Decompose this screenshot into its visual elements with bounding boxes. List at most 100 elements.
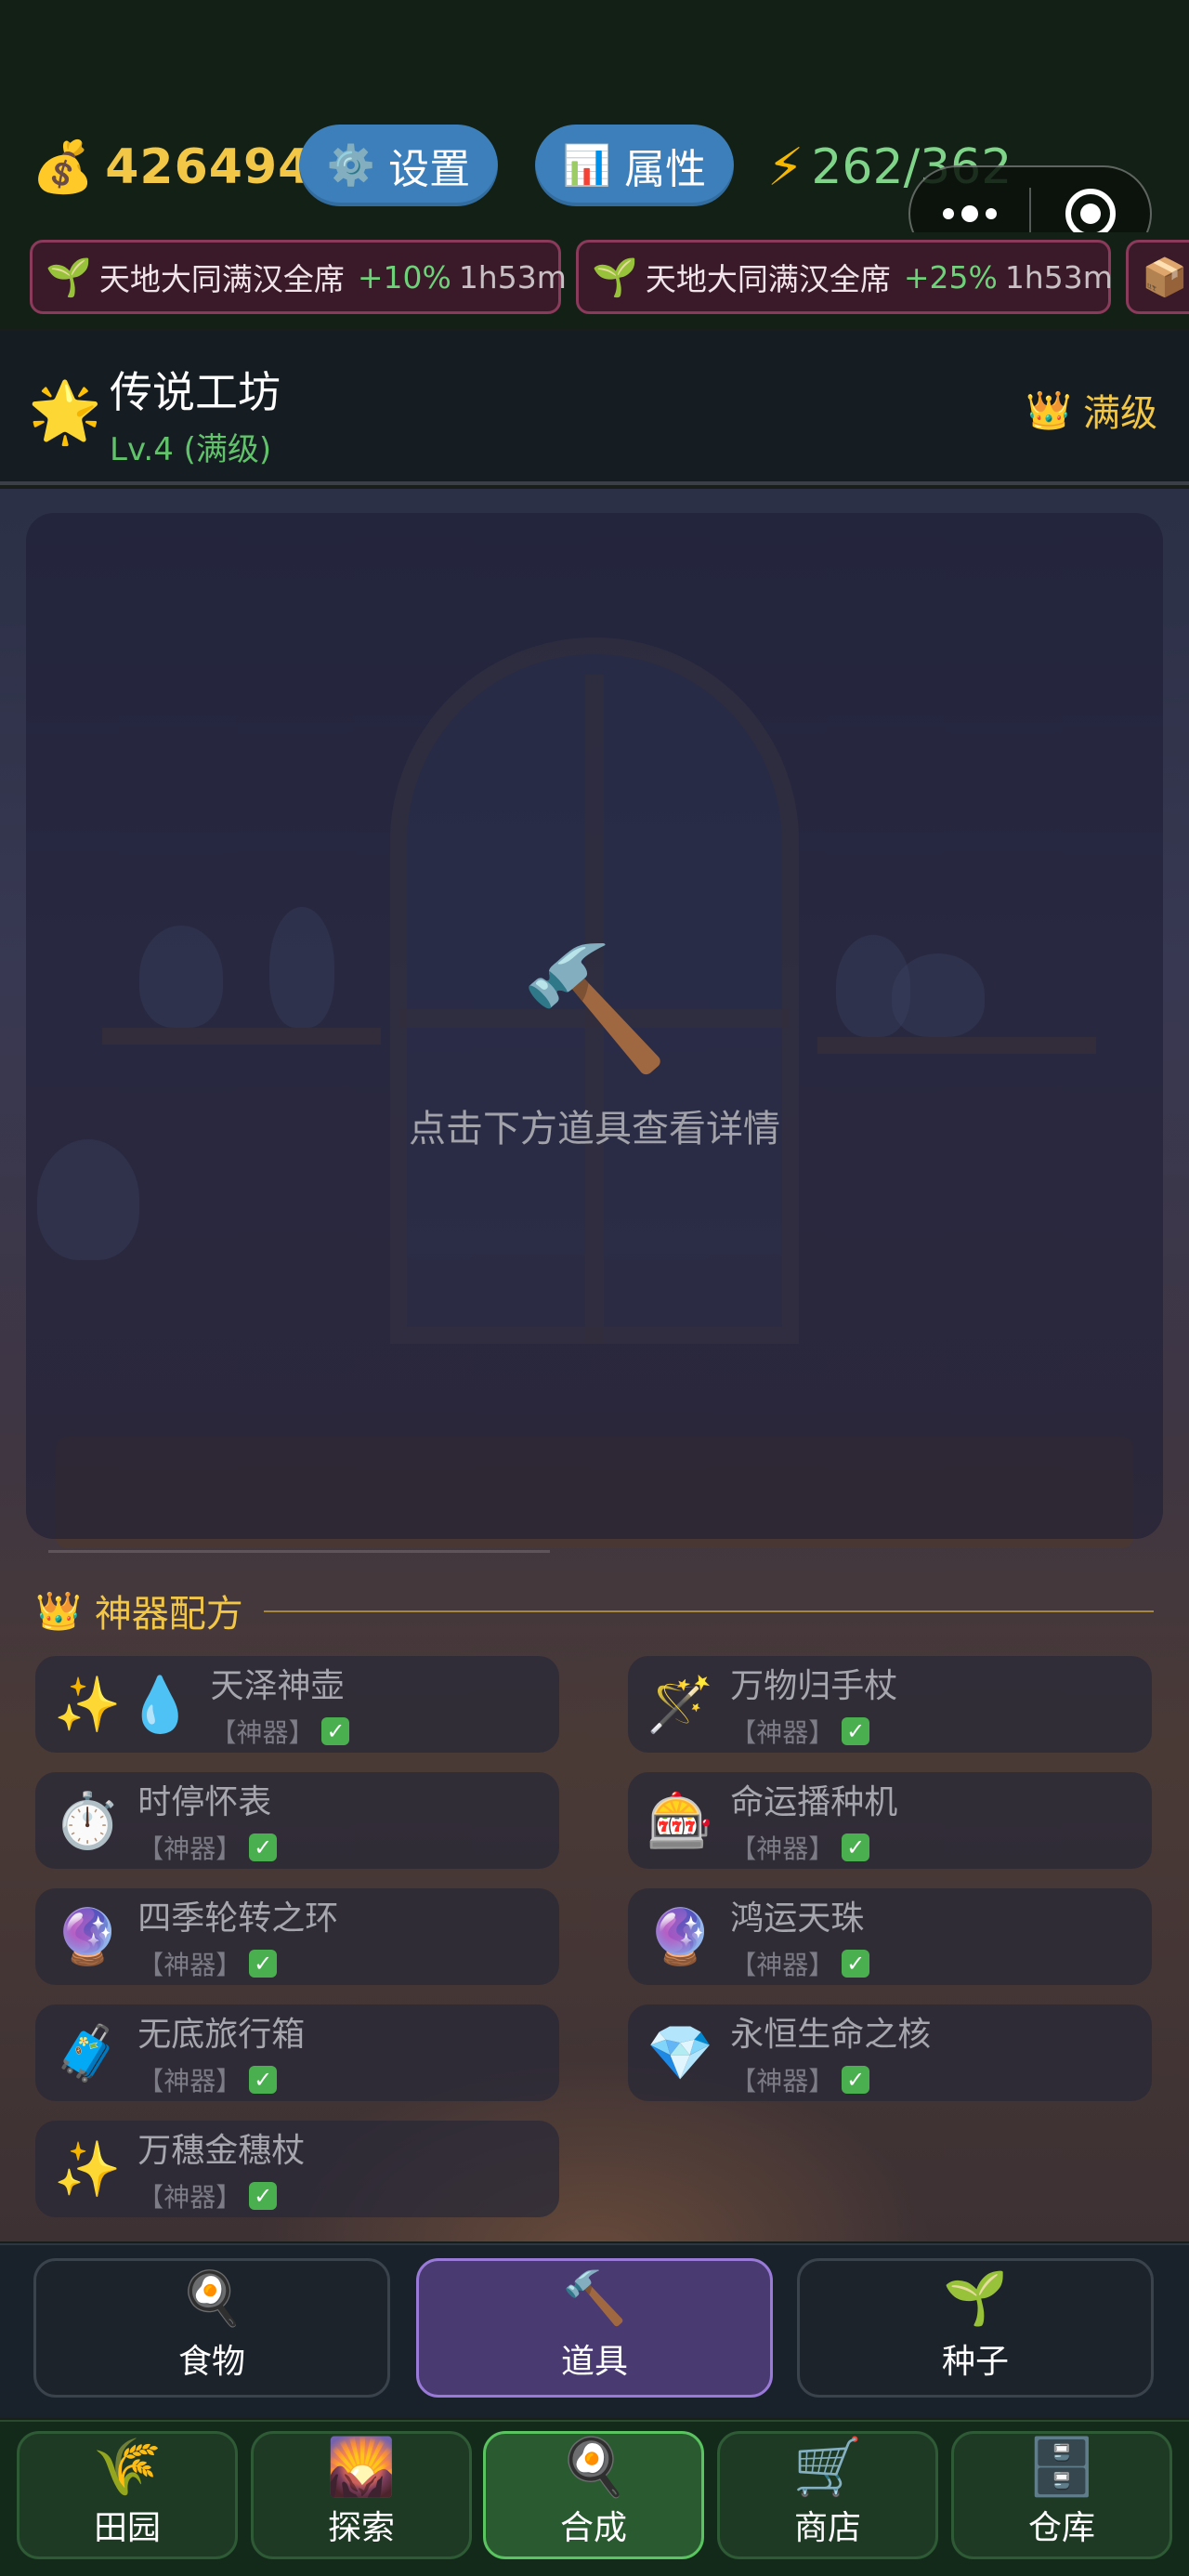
recipe-tag: 【神器】 (137, 2066, 242, 2096)
recipe-tag: 【神器】 (730, 1717, 835, 1748)
nav-farm[interactable]: 🌾 田园 (17, 2431, 238, 2559)
recipe-name: 时停怀表 (137, 1783, 272, 1821)
recipe-tag: 【神器】 (730, 1950, 835, 1980)
recipe-name: 天泽神壶 (210, 1667, 345, 1705)
recipe-name: 命运播种机 (730, 1783, 898, 1821)
sprout-icon: 🌱 (943, 2268, 1008, 2329)
recipe-tag: 【神器】 (730, 2066, 835, 2096)
file-cabinet-icon: 🗄️ (1026, 2435, 1097, 2500)
divider (48, 1550, 550, 1553)
nav-storage[interactable]: 🗄️ 仓库 (951, 2431, 1172, 2559)
recipe-name: 万穗金穗杖 (137, 2132, 306, 2170)
tab-tools[interactable]: 🔨 道具 (416, 2258, 773, 2398)
nav-label: 合成 (559, 2509, 627, 2547)
crown-icon: 👑 (1026, 388, 1072, 432)
buff-chip[interactable]: 📦 (1126, 240, 1189, 314)
check-icon: ✓ (249, 2182, 278, 2210)
crystal-ball-icon: 🔮 (54, 1904, 122, 1968)
tab-label: 种子 (941, 2343, 1009, 2381)
item-detail-panel: 🔨 点击下方道具查看详情 (26, 513, 1163, 1539)
workshop-level: Lv.4 (满级) (110, 431, 272, 468)
recipe-name: 万物归手杖 (730, 1667, 898, 1705)
buff-name: 天地大同满汉全席 (645, 261, 891, 297)
luggage-icon: 🧳 (54, 2020, 122, 2084)
check-icon: ✓ (321, 1717, 350, 1745)
sparkles-icon: ✨ (54, 2136, 122, 2201)
frying-pan-icon: 🍳 (179, 2268, 244, 2329)
sunrise-icon: 🌄 (326, 2435, 397, 2500)
section-line (264, 1610, 1154, 1612)
stopwatch-icon: ⏱️ (54, 1788, 122, 1852)
recipe-card[interactable]: 🧳 无底旅行箱 【神器】 ✓ (35, 2004, 559, 2101)
recipe-tag: 【神器】 (137, 2182, 242, 2213)
glowing-star-icon: 🌟 (28, 378, 102, 447)
nav-shop[interactable]: 🛒 商店 (717, 2431, 938, 2559)
attributes-label: 属性 (624, 146, 707, 193)
recipe-name: 四季轮转之环 (137, 1899, 339, 1938)
settings-button[interactable]: ⚙️ 设置 (299, 125, 498, 206)
crystal-ball-icon: 🔮 (647, 1904, 714, 1968)
recipe-tag: 【神器】 (137, 1950, 242, 1980)
recipe-name: 鸿运天珠 (730, 1899, 865, 1938)
workshop-title: 传说工坊 (110, 367, 281, 417)
hammer-icon: 🔨 (519, 937, 670, 1079)
tab-food[interactable]: 🍳 食物 (33, 2258, 390, 2398)
detail-hint: 点击下方道具查看详情 (409, 1107, 780, 1150)
recipe-section-label: 神器配方 (94, 1593, 243, 1636)
settings-label: 设置 (388, 146, 471, 193)
nav-label: 田园 (93, 2509, 161, 2547)
gem-icon: 💎 (647, 2020, 714, 2084)
nav-label: 探索 (327, 2509, 395, 2547)
crown-icon: 👑 (35, 1589, 82, 1633)
sprout-icon: 🌱 (592, 256, 638, 299)
sprout-icon: 🌱 (46, 256, 92, 299)
max-level-label: 满级 (1083, 392, 1157, 435)
check-icon: ✓ (842, 1833, 870, 1861)
buff-chip[interactable]: 🌱 天地大同满汉全席 +10% 1h53m (30, 240, 567, 314)
tab-label: 道具 (560, 2343, 628, 2381)
bar-chart-icon: 📊 (562, 142, 612, 188)
recipe-card[interactable]: 🔮 鸿运天珠 【神器】 ✓ (628, 1888, 1152, 1985)
recipe-tag: 【神器】 (137, 1833, 242, 1864)
recipe-name: 无底旅行箱 (137, 2016, 306, 2054)
recipe-card[interactable]: 🔮 四季轮转之环 【神器】 ✓ (35, 1888, 559, 1985)
rice-icon: 🌾 (92, 2435, 163, 2500)
buff-time: 1h53m (1004, 258, 1113, 296)
recipe-card[interactable]: ✨ 万穗金穗杖 【神器】 ✓ (35, 2121, 559, 2217)
sparkles-icon: ✨ (54, 1672, 122, 1736)
nav-explore[interactable]: 🌄 探索 (251, 2431, 472, 2559)
buff-time: 1h53m (458, 258, 567, 296)
buff-chip[interactable]: 🌱 天地大同满汉全席 +25% 1h53m (576, 240, 1113, 314)
attributes-button[interactable]: 📊 属性 (535, 125, 734, 206)
tab-label: 食物 (177, 2343, 245, 2381)
buff-name: 天地大同满汉全席 (98, 261, 345, 297)
max-level-badge: 👑 满级 (1026, 383, 1157, 437)
recipe-card[interactable]: ✨ 💧 天泽神壶 【神器】 ✓ (35, 1656, 559, 1753)
buff-bonus: +25% (903, 258, 998, 296)
recipe-card[interactable]: ⏱️ 时停怀表 【神器】 ✓ (35, 1772, 559, 1869)
buff-bonus: +10% (357, 258, 451, 296)
lightning-icon: ⚡ (767, 137, 804, 198)
check-icon: ✓ (842, 1717, 870, 1745)
gear-icon: ⚙️ (326, 142, 376, 188)
check-icon: ✓ (842, 1950, 870, 1978)
nav-label: 仓库 (1027, 2509, 1095, 2547)
slot-machine-icon: 🎰 (647, 1788, 714, 1852)
recipe-card[interactable]: 💎 永恒生命之核 【神器】 ✓ (628, 2004, 1152, 2101)
recipe-card[interactable]: 🪄 万物归手杖 【神器】 ✓ (628, 1656, 1152, 1753)
droplet-icon: 💧 (126, 1672, 194, 1736)
more-menu-icon[interactable] (910, 205, 1029, 222)
recipe-card[interactable]: 🎰 命运播种机 【神器】 ✓ (628, 1772, 1152, 1869)
nav-craft[interactable]: 🍳 合成 (483, 2431, 704, 2559)
package-icon: 📦 (1142, 256, 1188, 299)
gold-amount: 426494 (105, 139, 313, 195)
recipe-section-title: 👑 神器配方 (35, 1584, 243, 1637)
check-icon: ✓ (249, 2066, 278, 2094)
check-icon: ✓ (249, 1950, 278, 1978)
nav-label: 商店 (793, 2509, 861, 2547)
shopping-cart-icon: 🛒 (792, 2435, 863, 2500)
frying-pan-icon: 🍳 (558, 2435, 629, 2500)
close-target-icon[interactable] (1031, 189, 1150, 239)
tab-seeds[interactable]: 🌱 种子 (797, 2258, 1154, 2398)
check-icon: ✓ (842, 2066, 870, 2094)
